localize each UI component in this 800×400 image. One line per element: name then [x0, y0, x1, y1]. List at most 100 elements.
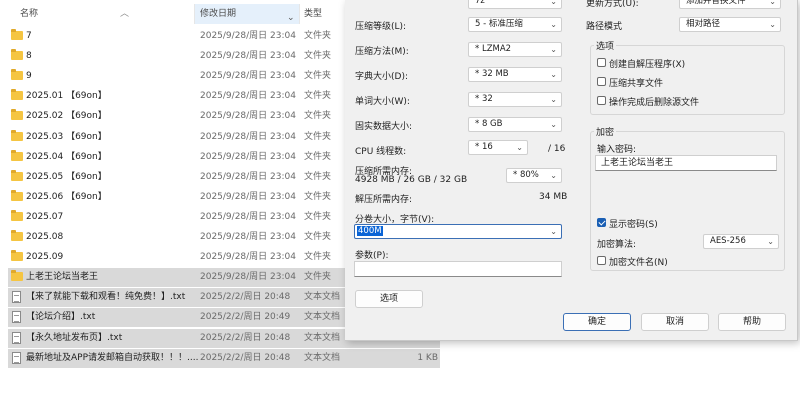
column-header-date[interactable]: 修改日期 ⌄ [195, 4, 299, 24]
text-file-icon [12, 291, 21, 303]
column-separator[interactable] [299, 4, 300, 24]
text-file-icon [12, 332, 21, 344]
file-type: 文件夹 [304, 272, 332, 282]
file-name: 2025.03 【69on】 [26, 132, 107, 142]
file-type: 文本文档 [304, 333, 341, 343]
file-name: 2025.06 【69on】 [26, 192, 107, 202]
encryption-method-combo[interactable]: AES-256 ⌄ [703, 234, 779, 249]
file-row[interactable]: 2025.01 【69on】 2025/9/28/周日 23:04 文件夹 [8, 87, 345, 106]
folder-icon [11, 130, 23, 141]
file-type: 文件夹 [304, 172, 332, 182]
column-name-label: 名称 [20, 9, 39, 19]
encrypt-names-label: 加密文件名(N) [609, 258, 668, 268]
chevron-down-icon: ⌄ [550, 45, 557, 54]
file-name: 2025.05 【69on】 [26, 172, 107, 182]
volume-size-combo[interactable]: 400M ⌄ [354, 224, 562, 239]
folder-icon [11, 29, 23, 40]
params-input[interactable] [354, 261, 562, 277]
compression-method-label: 压缩方法(M): [355, 47, 409, 57]
chevron-down-icon: ⌄ [550, 95, 557, 104]
path-mode-combo[interactable]: 相对路径 ⌄ [679, 17, 781, 32]
file-row[interactable]: 2025.04 【69on】 2025/9/28/周日 23:04 文件夹 [8, 148, 345, 167]
shared-files-label: 压缩共享文件 [609, 79, 664, 89]
mem-usage-combo[interactable]: * 80% ⌄ [506, 168, 562, 183]
file-type: 文件夹 [304, 232, 332, 242]
file-type: 文本文档 [304, 312, 341, 322]
password-input[interactable]: 上老王论坛当老王 [595, 155, 777, 171]
folder-icon [11, 89, 23, 100]
file-row[interactable]: 9 2025/9/28/周日 23:04 文件夹 [8, 67, 345, 86]
file-row[interactable]: 8 2025/9/28/周日 23:04 文件夹 [8, 47, 345, 66]
file-row[interactable]: 2025.09 2025/9/28/周日 23:04 文件夹 [8, 248, 345, 267]
help-button[interactable]: 帮助 [718, 313, 786, 331]
file-name: 【论坛介绍】.txt [26, 312, 96, 322]
file-date: 2025/9/28/周日 23:04 [200, 31, 296, 41]
cpu-threads-combo[interactable]: * 16 ⌄ [468, 140, 528, 155]
file-date: 2025/9/28/周日 23:04 [200, 232, 296, 242]
file-name: 8 [26, 51, 32, 61]
file-row[interactable]: 【来了就能下载和观看！纯免费！】.txt 2025/2/2/周日 20:48 文本文… [8, 288, 345, 307]
file-row[interactable]: 2025.08 2025/9/28/周日 23:04 文件夹 [8, 228, 345, 247]
file-row[interactable]: 最新地址及APP请发邮箱自动获取！！！.... 2025/2/2/周日 20:48… [8, 349, 345, 368]
options-button[interactable]: 选项 [355, 290, 423, 308]
cpu-threads-total: / 16 [548, 144, 566, 154]
column-type-label: 类型 [304, 9, 323, 19]
encrypt-names-checkbox[interactable] [597, 256, 606, 265]
file-type: 文件夹 [304, 111, 332, 121]
update-mode-combo[interactable]: 添加并替换文件 ⌄ [679, 0, 781, 9]
file-name: 2025.07 [26, 212, 64, 222]
file-date: 2025/9/28/周日 23:04 [200, 51, 296, 61]
solid-block-label: 固实数据大小: [355, 122, 413, 132]
file-type: 文本文档 [304, 353, 341, 363]
compression-method-combo[interactable]: * LZMA2 ⌄ [468, 42, 562, 57]
file-row[interactable]: 2025.02 【69on】 2025/9/28/周日 23:04 文件夹 [8, 107, 345, 126]
text-file-icon [12, 352, 21, 364]
file-name: 【永久地址发布页】.txt [26, 333, 123, 343]
chevron-down-icon[interactable]: ⌄ [287, 8, 295, 28]
archive-format-combo[interactable]: 7z ⌄ [468, 0, 562, 9]
text-file-icon [12, 311, 21, 323]
file-row[interactable]: 2025.03 【69on】 2025/9/28/周日 23:04 文件夹 [8, 128, 345, 147]
ok-button[interactable]: 确定 [563, 313, 631, 331]
chevron-down-icon: ⌄ [767, 237, 774, 246]
chevron-down-icon: ⌄ [516, 143, 523, 152]
file-row[interactable]: 2025.06 【69on】 2025/9/28/周日 23:04 文件夹 [8, 188, 345, 207]
file-type: 文件夹 [304, 212, 332, 222]
file-name: 最新地址及APP请发邮箱自动获取！！！.... [26, 353, 199, 363]
solid-block-combo[interactable]: * 8 GB ⌄ [468, 117, 562, 132]
file-date: 2025/9/28/周日 23:04 [200, 132, 296, 142]
file-date: 2025/9/28/周日 23:04 [200, 252, 296, 262]
file-row[interactable]: 【论坛介绍】.txt 2025/2/2/周日 20:49 文本文档 [8, 308, 345, 327]
file-row[interactable]: 【永久地址发布页】.txt 2025/2/2/周日 20:48 文本文档 [8, 329, 345, 348]
word-size-combo[interactable]: * 32 ⌄ [468, 92, 562, 107]
chevron-down-icon: ⌄ [769, 20, 776, 29]
encryption-group-title: 加密 [594, 125, 617, 138]
delete-after-checkbox[interactable] [597, 96, 606, 105]
file-type: 文件夹 [304, 152, 332, 162]
chevron-down-icon: ⌄ [550, 20, 557, 29]
compression-level-combo[interactable]: 5 - 标准压缩 ⌄ [468, 17, 562, 32]
folder-icon [11, 210, 23, 221]
file-row[interactable]: 上老王论坛当老王 2025/9/28/周日 23:04 文件夹 [8, 268, 345, 287]
folder-icon [11, 270, 23, 281]
file-date: 2025/9/28/周日 23:04 [200, 152, 296, 162]
show-password-checkbox[interactable] [597, 218, 606, 227]
file-row[interactable]: 7 2025/9/28/周日 23:04 文件夹 [8, 27, 345, 46]
folder-icon [11, 49, 23, 60]
file-size-cell[interactable]: 1 KB [345, 349, 440, 368]
file-size: 1 KB [417, 353, 438, 363]
file-type: 文件夹 [304, 31, 332, 41]
column-header-type[interactable]: 类型 [304, 4, 344, 24]
file-row[interactable]: 2025.07 2025/9/28/周日 23:04 文件夹 [8, 208, 345, 227]
sfx-checkbox[interactable] [597, 58, 606, 67]
file-name: 上老王论坛当老王 [26, 272, 99, 282]
file-name: 2025.04 【69on】 [26, 152, 107, 162]
cancel-button[interactable]: 取消 [641, 313, 709, 331]
dictionary-size-combo[interactable]: * 32 MB ⌄ [468, 67, 562, 82]
column-header-name[interactable]: 名称 ︿ [20, 4, 190, 24]
shared-files-checkbox[interactable] [597, 77, 606, 86]
file-type: 文件夹 [304, 91, 332, 101]
folder-icon [11, 109, 23, 120]
mem-compress-detail: 4928 MB / 26 GB / 32 GB [355, 175, 468, 185]
file-row[interactable]: 2025.05 【69on】 2025/9/28/周日 23:04 文件夹 [8, 168, 345, 187]
